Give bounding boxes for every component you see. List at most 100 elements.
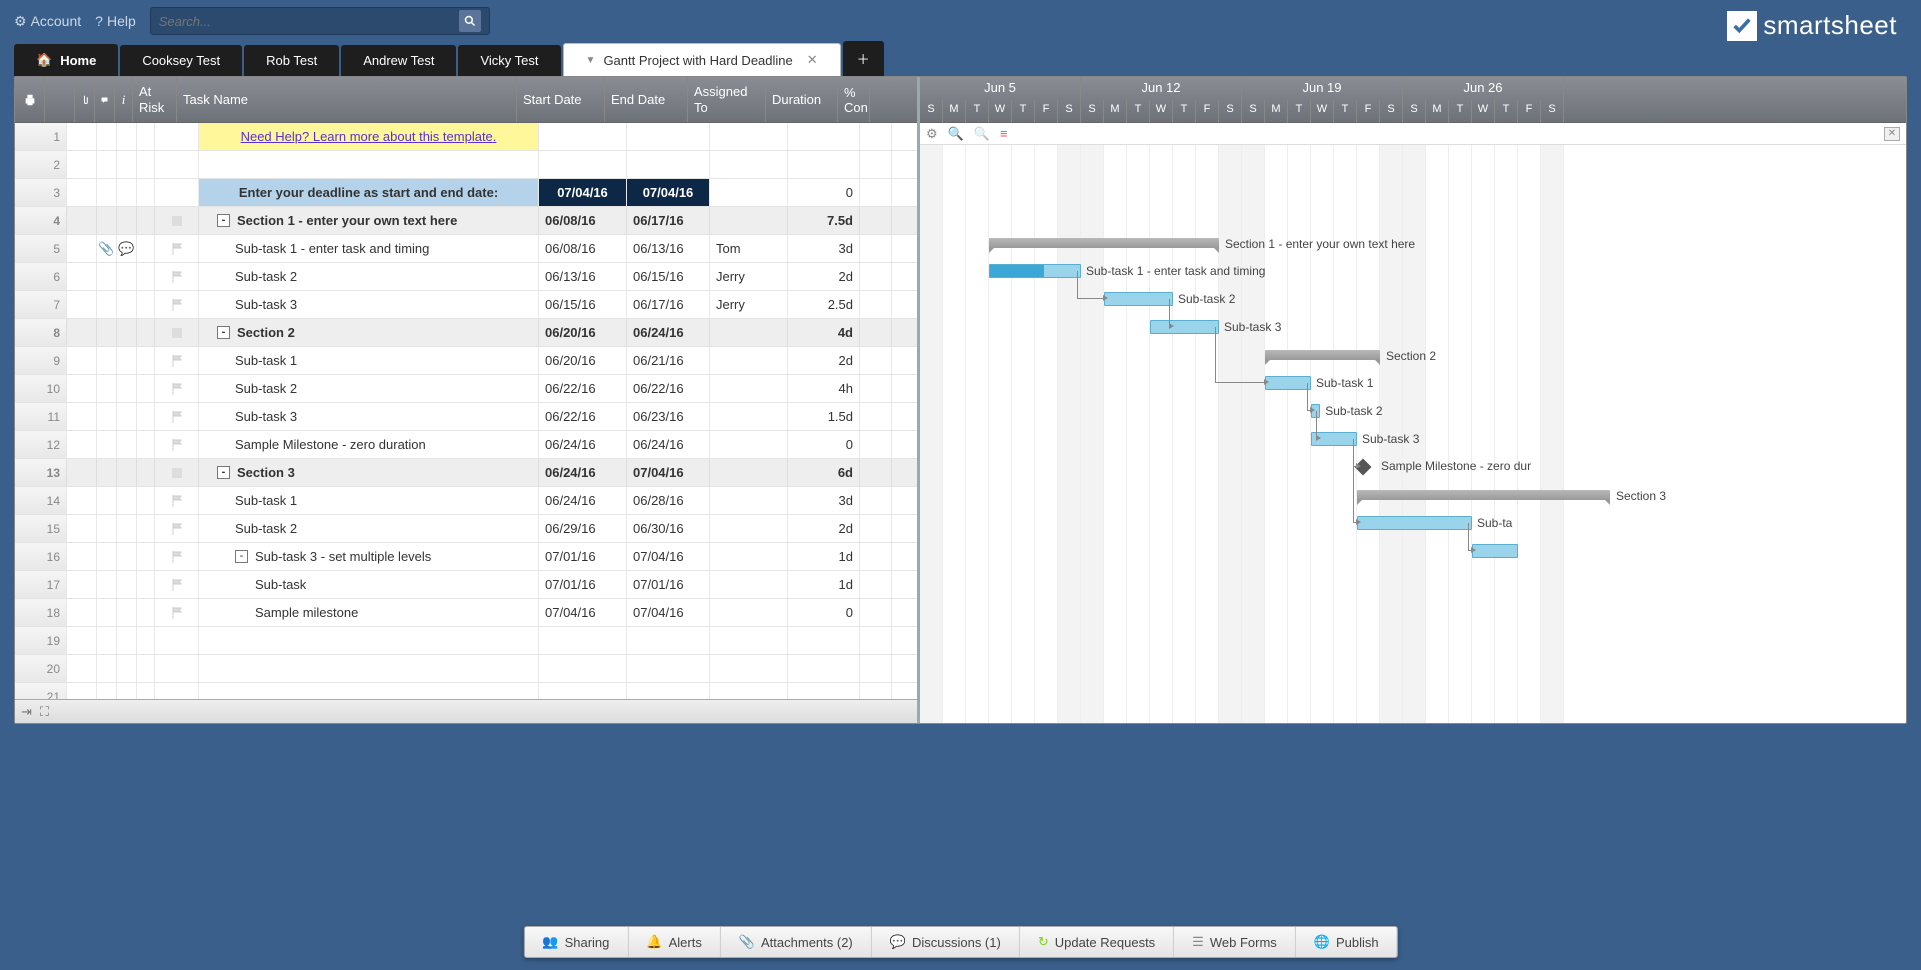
- comment-cell[interactable]: [117, 403, 137, 430]
- row-number[interactable]: 15: [15, 515, 67, 542]
- attach-cell[interactable]: [97, 207, 117, 234]
- search-box[interactable]: [150, 7, 490, 35]
- start-date-cell[interactable]: 06/24/16: [539, 487, 627, 514]
- assigned-cell[interactable]: [710, 487, 788, 514]
- comment-cell[interactable]: [117, 291, 137, 318]
- start-date-cell[interactable]: 06/15/16: [539, 291, 627, 318]
- attachments-button[interactable]: 📎Attachments (2): [721, 927, 872, 957]
- grid-row[interactable]: 4 -Section 1 - enter your own text here …: [15, 207, 917, 235]
- tab-0[interactable]: Cooksey Test: [120, 45, 242, 76]
- assigned-cell[interactable]: [710, 571, 788, 598]
- grid-row[interactable]: 8 -Section 2 06/20/16 06/24/16 4d: [15, 319, 917, 347]
- comment-cell[interactable]: 💬: [117, 235, 137, 262]
- deadline-label[interactable]: Enter your deadline as start and end dat…: [199, 179, 539, 206]
- flag-cell[interactable]: [155, 543, 199, 570]
- start-date-cell[interactable]: 07/01/16: [539, 571, 627, 598]
- tab-2[interactable]: Andrew Test: [341, 45, 456, 76]
- start-date-cell[interactable]: [539, 655, 627, 682]
- grid-row[interactable]: 21: [15, 683, 917, 699]
- day-header[interactable]: W: [1472, 100, 1495, 123]
- search-button[interactable]: [459, 10, 481, 32]
- grid-row[interactable]: 7 Sub-task 3 06/15/16 06/17/16 Jerry 2.5…: [15, 291, 917, 319]
- flag-cell[interactable]: [155, 431, 199, 458]
- task-name-cell[interactable]: Sub-task 2: [199, 263, 539, 290]
- comment-cell[interactable]: [117, 207, 137, 234]
- end-date-cell[interactable]: 06/23/16: [627, 403, 710, 430]
- gantt-bar[interactable]: Sub-task 2: [1104, 292, 1173, 306]
- grid-row[interactable]: 2: [15, 151, 917, 179]
- comment-cell[interactable]: [117, 599, 137, 626]
- attach-cell[interactable]: [97, 487, 117, 514]
- add-tab-button[interactable]: ＋: [843, 41, 884, 76]
- day-header[interactable]: F: [1357, 100, 1380, 123]
- grid-row[interactable]: 15 Sub-task 2 06/29/16 06/30/16 2d: [15, 515, 917, 543]
- complete-cell[interactable]: [860, 515, 892, 542]
- comment-cell[interactable]: [117, 151, 137, 178]
- duration-cell[interactable]: 7.5d: [788, 207, 860, 234]
- complete-cell[interactable]: [860, 263, 892, 290]
- comment-cell[interactable]: [117, 571, 137, 598]
- day-header[interactable]: T: [1127, 100, 1150, 123]
- complete-cell[interactable]: [860, 655, 892, 682]
- assigned-cell[interactable]: [710, 207, 788, 234]
- discussions-button[interactable]: 💬Discussions (1): [872, 927, 1020, 957]
- row-number[interactable]: 3: [15, 179, 67, 206]
- assigned-cell[interactable]: [710, 123, 788, 150]
- complete-cell[interactable]: [860, 627, 892, 654]
- complete-cell[interactable]: [860, 459, 892, 486]
- col-end-date[interactable]: End Date: [605, 77, 688, 122]
- attach-cell[interactable]: [97, 375, 117, 402]
- col-pct-complete[interactable]: % Con: [838, 77, 870, 122]
- start-date-cell[interactable]: [539, 123, 627, 150]
- task-name-cell[interactable]: Sub-task 1: [199, 487, 539, 514]
- day-header[interactable]: S: [1242, 100, 1265, 123]
- duration-cell[interactable]: 2d: [788, 347, 860, 374]
- gantt-body[interactable]: Section 1 - enter your own text hereSub-…: [920, 145, 1906, 723]
- task-name-cell[interactable]: [199, 627, 539, 654]
- task-name-cell[interactable]: Sub-task 2: [199, 515, 539, 542]
- complete-cell[interactable]: [860, 235, 892, 262]
- complete-cell[interactable]: [860, 543, 892, 570]
- day-header[interactable]: T: [1173, 100, 1196, 123]
- task-name-cell[interactable]: Sub-task 3: [199, 403, 539, 430]
- complete-cell[interactable]: [860, 431, 892, 458]
- end-date-cell[interactable]: 06/28/16: [627, 487, 710, 514]
- toggle-icon[interactable]: -: [217, 466, 230, 479]
- duration-cell[interactable]: [788, 655, 860, 682]
- start-date-cell[interactable]: 06/24/16: [539, 459, 627, 486]
- complete-cell[interactable]: [860, 207, 892, 234]
- flag-cell[interactable]: [155, 459, 199, 486]
- comment-cell[interactable]: [117, 431, 137, 458]
- flag-cell[interactable]: [155, 375, 199, 402]
- close-tab-icon[interactable]: ✕: [807, 52, 818, 68]
- assigned-cell[interactable]: [710, 347, 788, 374]
- row-number[interactable]: 19: [15, 627, 67, 654]
- comment-cell[interactable]: [117, 459, 137, 486]
- grid-row[interactable]: 11 Sub-task 3 06/22/16 06/23/16 1.5d: [15, 403, 917, 431]
- attach-cell[interactable]: [97, 683, 117, 699]
- day-header[interactable]: T: [1288, 100, 1311, 123]
- gantt-bar[interactable]: Section 2: [1265, 350, 1380, 360]
- attach-cell[interactable]: [97, 319, 117, 346]
- end-date-cell[interactable]: 06/24/16: [627, 319, 710, 346]
- attach-cell[interactable]: [97, 599, 117, 626]
- start-date-cell[interactable]: 06/29/16: [539, 515, 627, 542]
- attach-cell[interactable]: [97, 291, 117, 318]
- day-header[interactable]: T: [1012, 100, 1035, 123]
- duration-cell[interactable]: [788, 123, 860, 150]
- comment-cell[interactable]: [117, 543, 137, 570]
- comment-cell[interactable]: [117, 683, 137, 699]
- duration-cell[interactable]: [788, 151, 860, 178]
- duration-cell[interactable]: 1d: [788, 543, 860, 570]
- tab-home[interactable]: 🏠Home: [14, 44, 118, 76]
- flag-cell[interactable]: [155, 627, 199, 654]
- week-header[interactable]: Jun 5: [920, 77, 1081, 100]
- week-header[interactable]: Jun 26: [1403, 77, 1564, 100]
- help-link[interactable]: ? Help: [95, 13, 136, 29]
- day-header[interactable]: F: [1518, 100, 1541, 123]
- duration-cell[interactable]: [788, 683, 860, 699]
- alerts-button[interactable]: 🔔Alerts: [628, 927, 720, 957]
- row-number[interactable]: 13: [15, 459, 67, 486]
- gantt-bar[interactable]: Sub-task 3: [1150, 320, 1219, 334]
- gantt-bar[interactable]: Section 3: [1357, 490, 1610, 500]
